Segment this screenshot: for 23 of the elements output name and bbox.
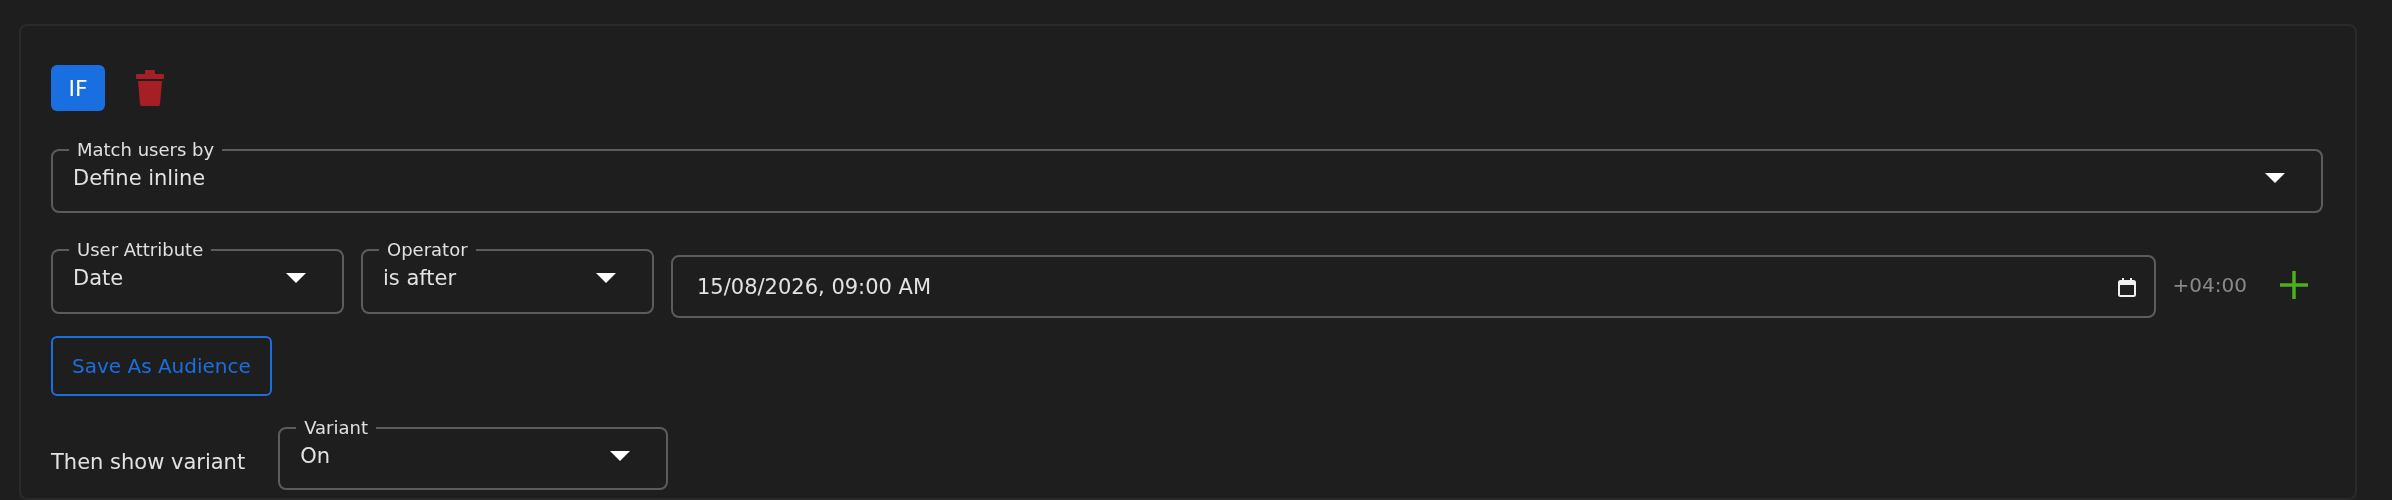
attribute-dropdown[interactable]: User Attribute Date	[51, 240, 344, 314]
if-button[interactable]: IF	[51, 65, 105, 111]
date-value: 15/08/2026, 09:00 AM	[697, 274, 933, 299]
operator-dropdown[interactable]: Operator is after	[361, 240, 654, 314]
field-label: Match users by	[76, 140, 216, 160]
field-label: Operator	[386, 240, 469, 260]
match-users-dropdown[interactable]: Match users by Define inline	[51, 140, 2323, 213]
field-label: User Attribute	[76, 240, 205, 260]
calendar-icon[interactable]	[2117, 276, 2136, 297]
timezone-offset: +04:00	[2172, 273, 2247, 297]
caret-icon	[286, 273, 306, 283]
caret-icon	[610, 451, 631, 461]
selected-value: is after	[383, 266, 457, 290]
selected-value: On	[300, 444, 330, 468]
date-field[interactable]: 15/08/2026, 09:00 AM	[671, 255, 2156, 318]
field-label: Variant	[303, 418, 369, 438]
selected-value: Define inline	[73, 166, 206, 190]
variant-dropdown[interactable]: Variant On	[278, 418, 669, 490]
caret-icon	[2265, 173, 2285, 183]
selected-value: Date	[73, 266, 124, 290]
caret-icon	[596, 273, 616, 283]
add-icon[interactable]	[2280, 271, 2308, 299]
variant-prompt: Then show variant	[51, 450, 246, 474]
